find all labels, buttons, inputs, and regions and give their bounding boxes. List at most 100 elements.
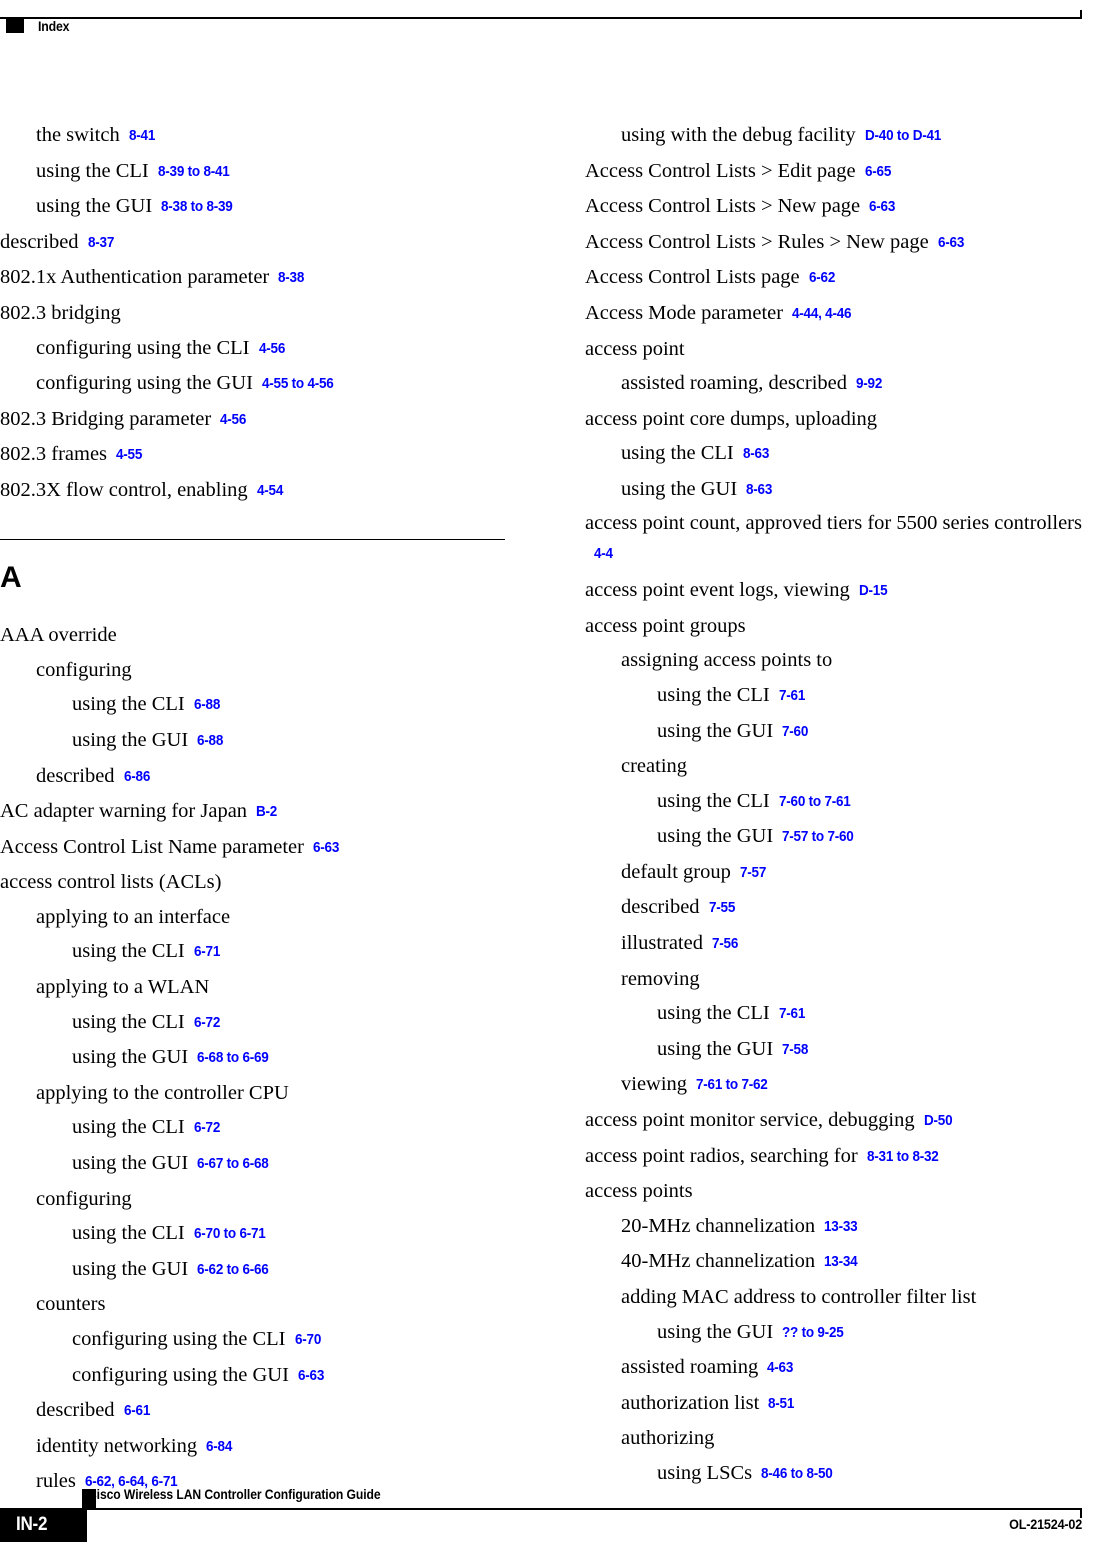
index-entry: authorizing (585, 1421, 1095, 1456)
index-entry-page-reference[interactable]: D-40 to D-41 (865, 119, 941, 154)
index-entry-page-reference[interactable]: 4-63 (767, 1351, 793, 1386)
index-entry: described 6-61 (0, 1393, 520, 1429)
index-entry: using the CLI 6-71 (0, 934, 520, 970)
index-entry: applying to a WLAN (0, 970, 520, 1005)
index-entry-term: access point groups (585, 614, 746, 637)
index-entry: using the GUI 6-67 to 6-68 (0, 1146, 520, 1182)
index-entry-page-reference[interactable]: B-2 (256, 795, 277, 830)
index-entry-page-reference[interactable]: 6-70 (295, 1323, 321, 1358)
index-entry-page-reference[interactable]: 7-61 (779, 679, 805, 714)
index-entry-page-reference[interactable]: 7-57 (740, 856, 766, 891)
index-entry: using the GUI 7-60 (585, 714, 1095, 750)
header-rule-end-tick (1080, 10, 1082, 19)
index-entry-page-reference[interactable]: 13-33 (824, 1210, 858, 1245)
index-entry-page-reference[interactable]: 6-72 (194, 1006, 220, 1041)
index-entry-page-reference[interactable]: 4-54 (257, 474, 283, 509)
index-entry-term: adding MAC address to controller filter … (621, 1286, 977, 1308)
index-entry-term: described (0, 230, 79, 253)
header-divider-rule (0, 17, 1082, 19)
index-entry: access control lists (ACLs) (0, 865, 520, 900)
index-entry: assisted roaming 4-63 (585, 1350, 1095, 1386)
index-entry-page-reference[interactable]: 8-51 (768, 1387, 794, 1422)
index-entry-page-reference[interactable]: 6-62 (809, 261, 835, 296)
index-entry: access point radios, searching for 8-31 t… (585, 1139, 1095, 1175)
index-entry-term: using the GUI (36, 195, 153, 218)
index-entry-page-reference[interactable]: 6-65 (865, 155, 891, 190)
index-entry-page-reference[interactable]: 6-70 to 6-71 (194, 1217, 266, 1252)
index-entry-term: using the CLI (621, 442, 734, 465)
index-entry-page-reference[interactable]: 6-72 (194, 1111, 220, 1146)
index-entry-page-reference[interactable]: 8-38 to 8-39 (161, 190, 233, 225)
index-entry-term: access point core dumps, uploading (585, 407, 878, 430)
index-entry: using the GUI 7-58 (585, 1032, 1095, 1068)
index-entry-page-reference[interactable]: 6-71 (194, 935, 220, 970)
index-entry-term: 802.3 bridging (0, 301, 121, 324)
index-entry-term: using the CLI (657, 789, 770, 812)
page-title: Index (38, 18, 70, 34)
index-entry-term: 802.3 Bridging parameter (0, 407, 212, 430)
index-entry-page-reference[interactable]: ?? to 9-25 (782, 1316, 844, 1351)
index-entry-page-reference[interactable]: D-15 (859, 574, 888, 609)
index-entry-page-reference[interactable]: 4-55 to 4-56 (262, 367, 334, 402)
index-entry-page-reference[interactable]: 7-58 (782, 1033, 808, 1068)
index-entry-page-reference[interactable]: 8-63 (743, 437, 769, 472)
index-entry-term: access point monitor service, debugging (585, 1109, 915, 1132)
index-entry: using the GUI 8-38 to 8-39 (0, 189, 520, 225)
index-entry-page-reference[interactable]: 7-61 to 7-62 (696, 1068, 768, 1103)
index-entry-term: using the GUI (621, 477, 738, 500)
index-entry-term: 40-MHz channelization (621, 1250, 816, 1273)
index-entry: using the CLI 7-61 (585, 996, 1095, 1032)
index-entry-page-reference[interactable]: 6-88 (197, 724, 223, 759)
index-entry-page-reference[interactable]: 7-57 to 7-60 (782, 820, 854, 855)
index-entry: the switch 8-41 (0, 118, 520, 154)
index-entry: using with the debug facility D-40 to D-4… (585, 118, 1095, 154)
index-entry-page-reference[interactable]: 6-63 (938, 226, 964, 261)
index-entry-page-reference[interactable]: 4-4 (594, 539, 613, 569)
index-entry-page-reference[interactable]: 13-34 (824, 1245, 858, 1280)
index-entry-page-reference[interactable]: 8-63 (746, 473, 772, 508)
index-entry-page-reference[interactable]: 7-60 to 7-61 (779, 785, 851, 820)
index-entry: Access Control Lists > New page 6-63 (585, 189, 1095, 225)
index-entry-page-reference[interactable]: 6-68 to 6-69 (197, 1041, 269, 1076)
index-entry-page-reference[interactable]: 6-62 to 6-66 (197, 1253, 269, 1288)
index-entry-term: using the CLI (72, 1222, 185, 1245)
index-entry-page-reference[interactable]: 9-92 (856, 367, 882, 402)
index-entry-page-reference[interactable]: 6-67 to 6-68 (197, 1147, 269, 1182)
index-entry-page-reference[interactable]: 6-63 (313, 831, 339, 866)
index-entry-term: using the GUI (72, 1046, 189, 1069)
index-entry-page-reference[interactable]: 7-60 (782, 715, 808, 750)
index-entry-page-reference[interactable]: 7-55 (709, 891, 735, 926)
index-entry-page-reference[interactable]: 8-37 (88, 226, 114, 261)
index-entry-page-reference[interactable]: 6-63 (869, 190, 895, 225)
index-entry-page-reference[interactable]: 8-38 (278, 261, 304, 296)
index-entry-page-reference[interactable]: 4-55 (116, 438, 142, 473)
index-entry-term: Access Control Lists > Edit page (585, 159, 856, 182)
index-entry: assigning access points to (585, 643, 1095, 678)
index-entry: counters (0, 1287, 520, 1322)
index-entry-page-reference[interactable]: 6-84 (206, 1430, 232, 1465)
index-entry-page-reference[interactable]: 4-56 (259, 332, 285, 367)
index-entry-page-reference[interactable]: 8-41 (129, 119, 155, 154)
index-entry-term: removing (621, 967, 700, 990)
index-entry: adding MAC address to controller filter … (585, 1280, 1095, 1315)
index-entry-page-reference[interactable]: 6-61 (124, 1394, 150, 1429)
index-entry-page-reference[interactable]: 8-31 to 8-32 (867, 1140, 939, 1175)
section-divider-rule (0, 538, 505, 541)
index-entry: using the GUI 8-63 (585, 472, 1095, 508)
index-entry-page-reference[interactable]: D-50 (924, 1104, 953, 1139)
index-entry-page-reference[interactable]: 7-61 (779, 997, 805, 1032)
index-entry-page-reference[interactable]: 8-39 to 8-41 (158, 155, 230, 190)
index-entry-term: access point radios, searching for (585, 1144, 858, 1167)
index-entry-term: described (36, 1399, 115, 1422)
index-entry-page-reference[interactable]: 4-44, 4-46 (792, 297, 852, 332)
index-entry-page-reference[interactable]: 7-56 (712, 927, 738, 962)
index-entry: illustrated 7-56 (585, 926, 1095, 962)
index-entry-page-reference[interactable]: 6-86 (124, 760, 150, 795)
index-entry-page-reference[interactable]: 6-88 (194, 688, 220, 723)
index-entry-term: 20-MHz channelization (621, 1214, 816, 1237)
index-entry-term: using the GUI (72, 1257, 189, 1280)
index-entry-page-reference[interactable]: 4-56 (220, 403, 246, 438)
index-entry: using the GUI 6-68 to 6-69 (0, 1040, 520, 1076)
index-entry-page-reference[interactable]: 6-63 (298, 1359, 324, 1394)
index-entry-term: creating (621, 755, 688, 778)
